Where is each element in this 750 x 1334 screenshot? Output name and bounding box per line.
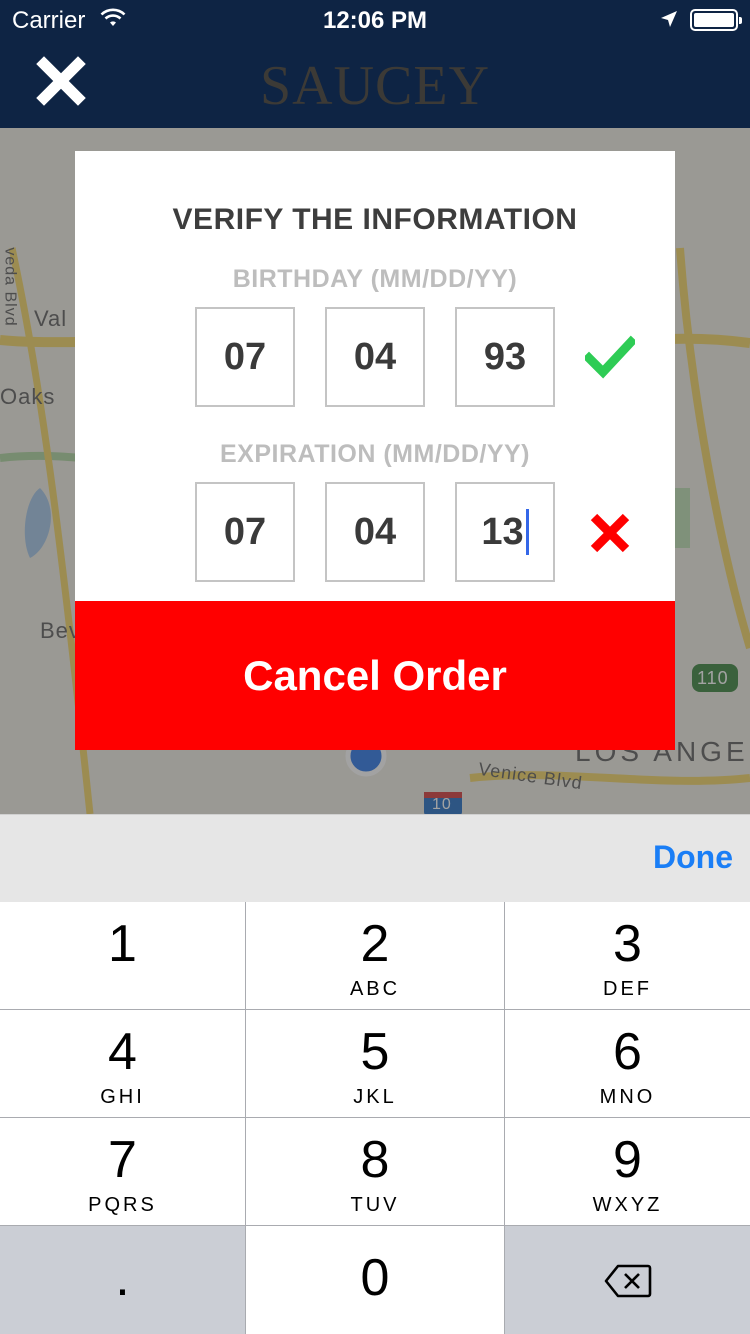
- error-x-icon: [590, 513, 630, 553]
- expiration-month-field[interactable]: 07: [195, 482, 295, 582]
- expiration-day-field[interactable]: 04: [325, 482, 425, 582]
- key-digit: 3: [613, 915, 642, 973]
- key-letters: TUV: [350, 1194, 400, 1216]
- key-letters: WXYZ: [592, 1194, 663, 1216]
- dialog-title: VERIFY THE INFORMATION: [172, 203, 578, 236]
- key-digit: 8: [360, 1131, 390, 1189]
- birthday-year-field[interactable]: 93: [455, 307, 555, 407]
- key-3[interactable]: 3 DEF: [505, 902, 750, 1010]
- brand-logo: SAUCEY: [259, 55, 491, 117]
- key-digit: 2: [360, 915, 390, 973]
- key-8[interactable]: 8 TUV: [246, 1118, 505, 1226]
- key-letters: MNO: [599, 1086, 656, 1108]
- birthday-label: BIRTHDAY (MM/DD/YY): [232, 265, 518, 293]
- battery-icon: [690, 9, 742, 31]
- text-cursor: [525, 509, 529, 555]
- clock: 12:06 PM: [322, 7, 428, 34]
- key-digit: 7: [108, 1131, 137, 1189]
- key-digit: 9: [613, 1131, 642, 1189]
- number-pad: 1 2 ABC 3 DEF 4 GHI 5 JKL 6 MNO 7 PQRS 8…: [0, 902, 750, 1334]
- expiration-day-value: 04: [353, 510, 397, 553]
- birthday-day-value: 04: [353, 335, 397, 378]
- status-bar: Carrier 12:06 PM: [0, 0, 750, 40]
- key-2[interactable]: 2 ABC: [246, 902, 505, 1010]
- birthday-month-field[interactable]: 07: [195, 307, 295, 407]
- delete-key[interactable]: [505, 1226, 750, 1334]
- key-letters: GHI: [100, 1086, 145, 1108]
- expiration-year-value: 13: [481, 510, 524, 553]
- key-4[interactable]: 4 GHI: [0, 1010, 246, 1118]
- key-digit: 0: [360, 1249, 390, 1307]
- done-button[interactable]: Done: [653, 839, 733, 876]
- key-9[interactable]: 9 WXYZ: [505, 1118, 750, 1226]
- key-digit: 4: [108, 1023, 137, 1081]
- verify-dialog: VERIFY THE INFORMATION BIRTHDAY (MM/DD/Y…: [75, 151, 675, 750]
- key-digit: 5: [360, 1023, 390, 1081]
- key-decimal[interactable]: .: [0, 1226, 246, 1334]
- key-digit: 1: [108, 915, 137, 973]
- key-digit: 6: [613, 1023, 642, 1081]
- keyboard-accessory-bar: Done: [0, 814, 750, 902]
- key-5[interactable]: 5 JKL: [246, 1010, 505, 1118]
- birthday-year-value: 93: [483, 335, 527, 378]
- key-digit: .: [115, 1249, 130, 1307]
- cancel-order-button[interactable]: Cancel Order: [75, 601, 675, 750]
- location-arrow-icon: [661, 11, 677, 27]
- key-0[interactable]: 0: [246, 1226, 505, 1334]
- key-6[interactable]: 6 MNO: [505, 1010, 750, 1118]
- expiration-month-value: 07: [223, 510, 267, 553]
- birthday-month-value: 07: [223, 335, 267, 378]
- key-letters: JKL: [353, 1086, 397, 1108]
- checkmark-icon: [585, 335, 635, 379]
- key-letters: PQRS: [88, 1194, 157, 1216]
- backspace-icon: [604, 1264, 651, 1298]
- key-letters: DEF: [603, 978, 652, 1000]
- key-7[interactable]: 7 PQRS: [0, 1118, 246, 1226]
- birthday-day-field[interactable]: 04: [325, 307, 425, 407]
- expiration-year-field[interactable]: 13: [455, 482, 555, 582]
- expiration-label: EXPIRATION (MM/DD/YY): [219, 440, 531, 468]
- nav-bar: SAUCEY: [0, 40, 750, 128]
- key-letters: ABC: [349, 978, 401, 1000]
- key-1[interactable]: 1: [0, 902, 246, 1010]
